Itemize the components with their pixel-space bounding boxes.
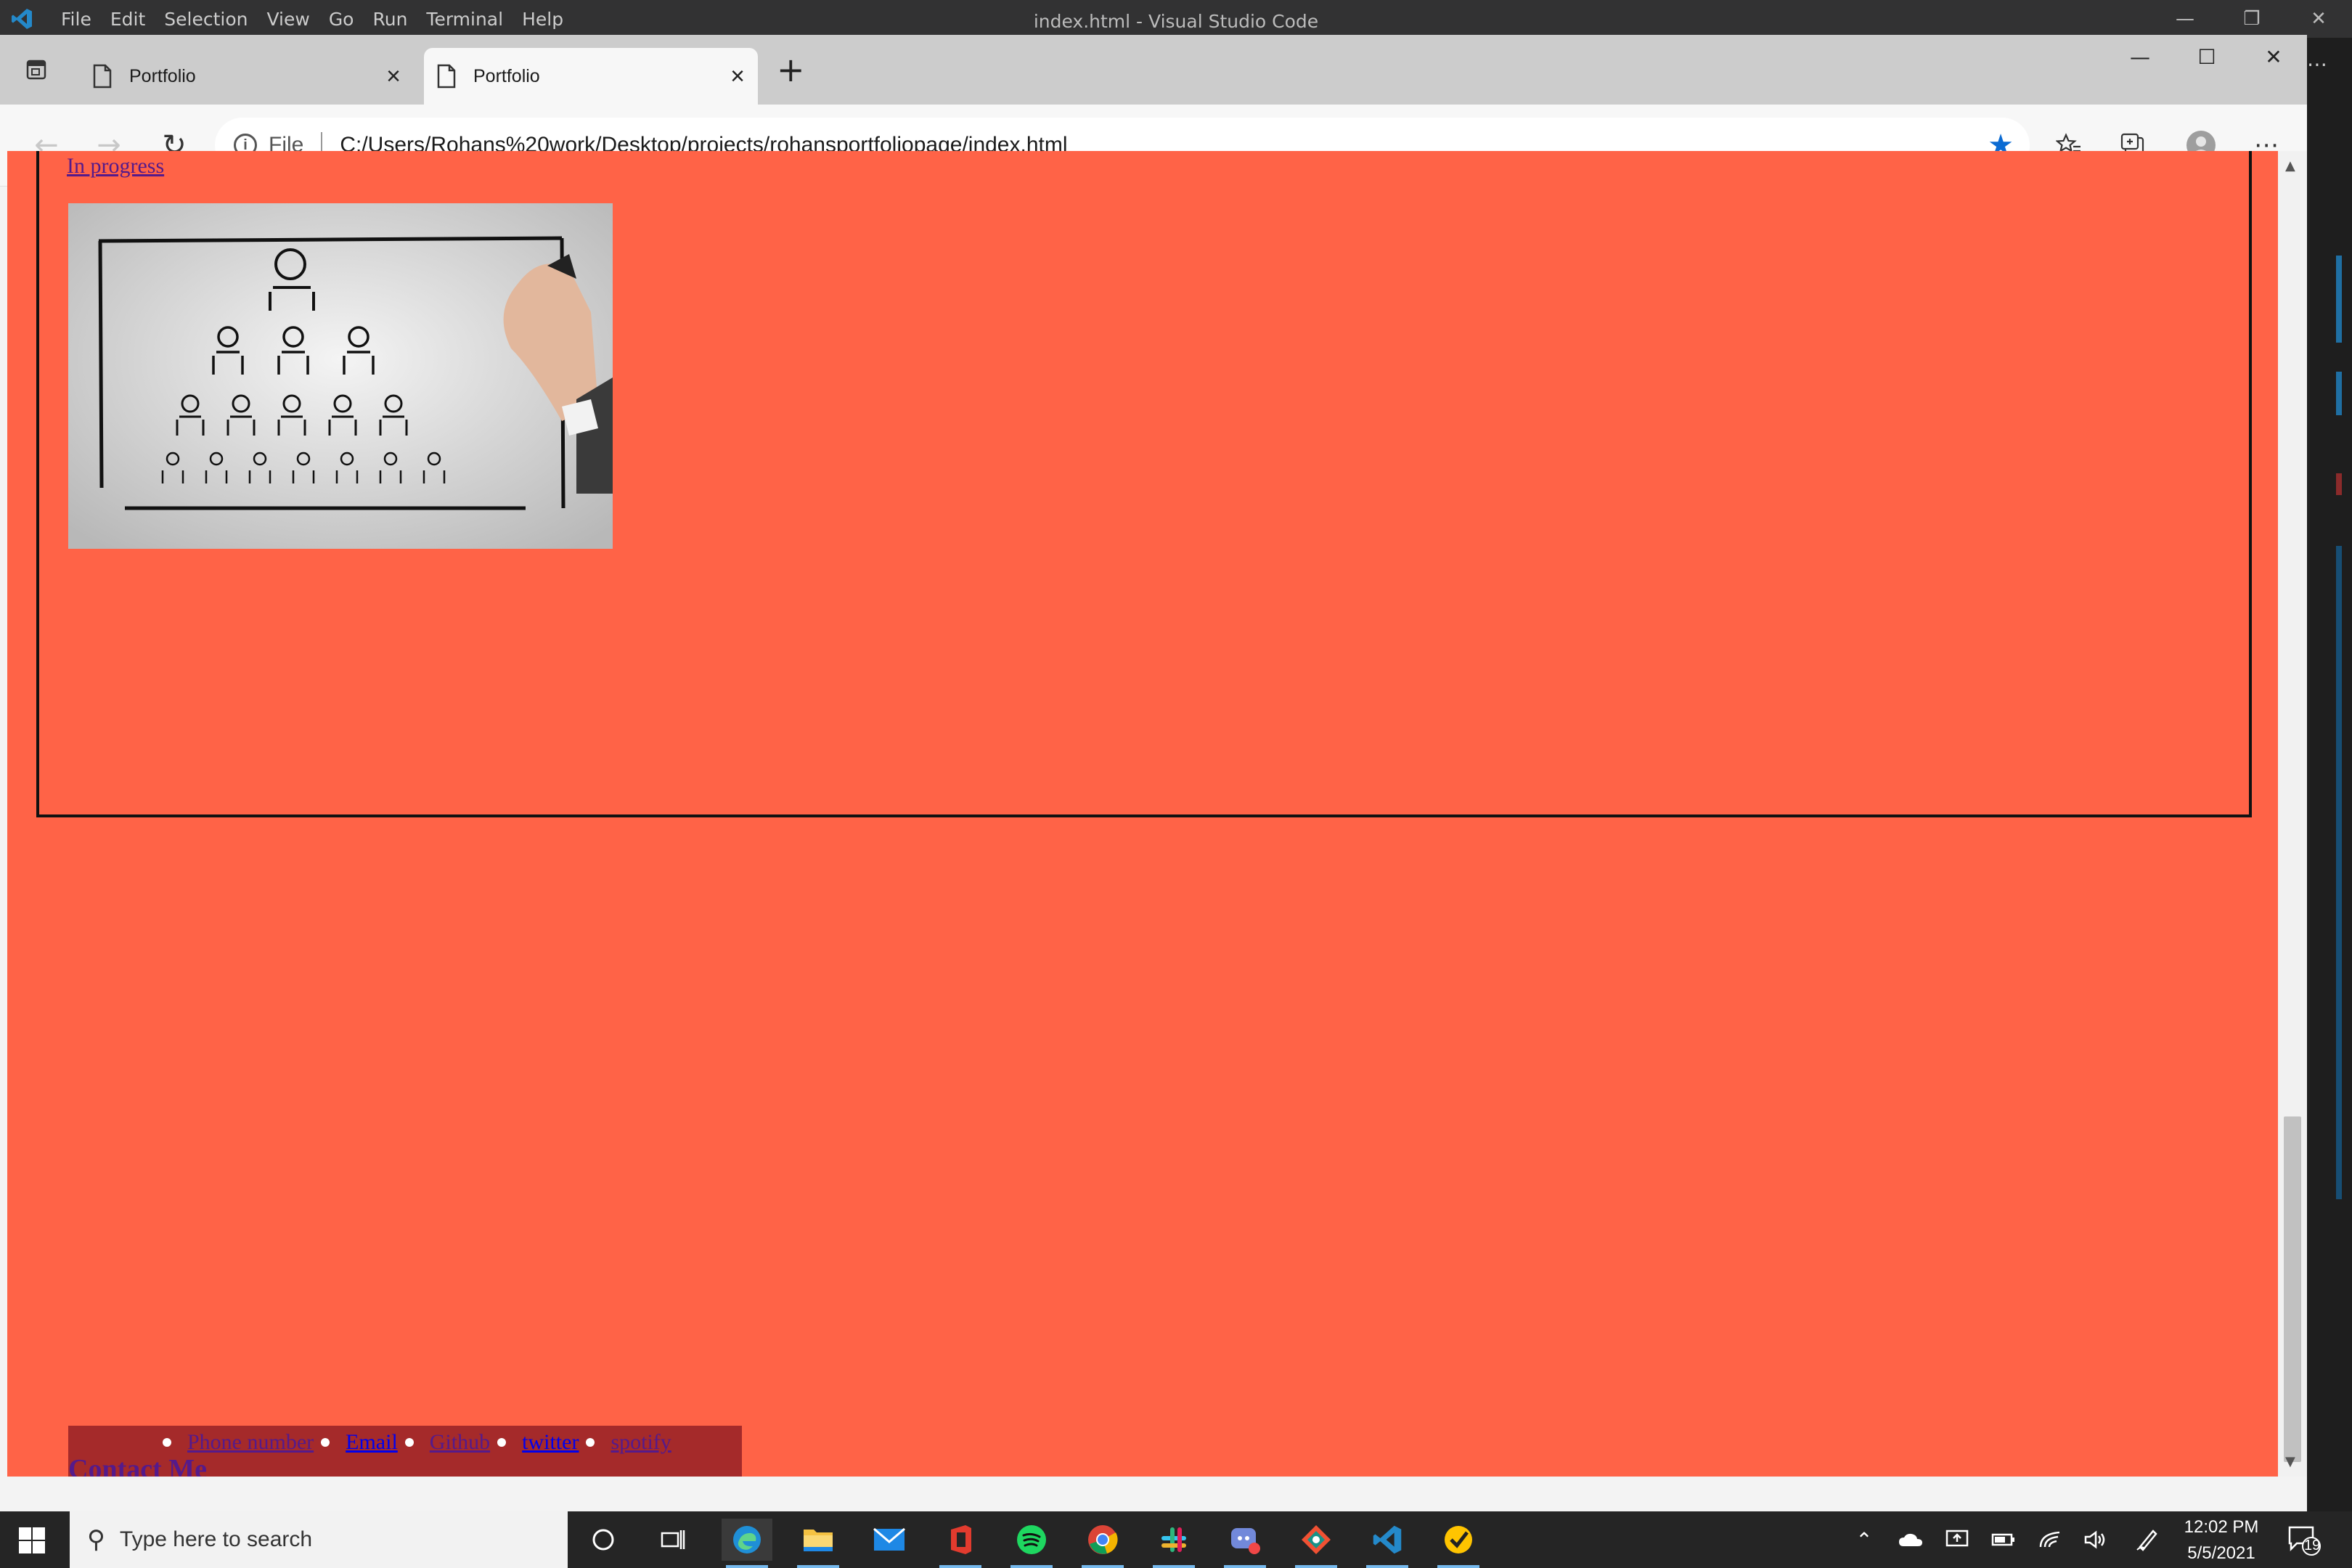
wifi-icon[interactable] bbox=[2033, 1511, 2067, 1568]
footer: Phone number Email Github twitter spotif… bbox=[68, 1426, 742, 1477]
taskbar-search-input[interactable]: ⚲ Type here to search bbox=[70, 1511, 568, 1568]
twitter-link[interactable]: twitter bbox=[522, 1430, 579, 1455]
vscode-logo-icon bbox=[12, 9, 32, 29]
phone-link[interactable]: Phone number bbox=[187, 1430, 314, 1455]
clock-date: 5/5/2021 bbox=[2187, 1543, 2255, 1563]
list-item: Phone number bbox=[155, 1430, 314, 1455]
file-explorer-icon[interactable] bbox=[793, 1519, 844, 1568]
minimize-icon[interactable]: — bbox=[2107, 35, 2173, 78]
display-icon[interactable] bbox=[1940, 1511, 1975, 1568]
tab-strip: Portfolio × Portfolio × + — ☐ ✕ bbox=[0, 35, 2307, 105]
spotify-icon[interactable] bbox=[1006, 1519, 1057, 1568]
notification-center-icon[interactable]: 19 bbox=[2287, 1522, 2323, 1558]
email-link[interactable]: Email bbox=[346, 1430, 398, 1455]
list-item: spotify bbox=[579, 1430, 671, 1455]
contact-me-heading[interactable]: Contact Me bbox=[68, 1453, 207, 1477]
windows-start-icon[interactable] bbox=[16, 1524, 48, 1556]
spotify-link[interactable]: spotify bbox=[611, 1430, 671, 1455]
tab-label: Portfolio bbox=[473, 65, 540, 86]
gitkraken-icon[interactable] bbox=[1291, 1519, 1342, 1568]
taskbar: ⚲ Type here to search ⌃ 12:02 PM 5/5/202… bbox=[0, 1511, 2352, 1568]
vscode-editor-edge: ⋯ bbox=[2307, 38, 2352, 1511]
menu-run[interactable]: Run bbox=[372, 9, 407, 30]
maximize-icon[interactable]: ☐ bbox=[2173, 35, 2240, 78]
new-tab-icon[interactable]: + bbox=[777, 53, 805, 86]
chrome-icon[interactable] bbox=[1077, 1519, 1128, 1568]
edge-icon[interactable] bbox=[722, 1519, 772, 1568]
list-item: Email bbox=[314, 1430, 398, 1455]
scroll-down-icon[interactable]: ▼ bbox=[2285, 1454, 2295, 1469]
menu-edit[interactable]: Edit bbox=[110, 9, 145, 30]
minimap-marker bbox=[2336, 546, 2342, 1199]
page-scrollbar[interactable]: ▲ ▼ bbox=[2278, 151, 2307, 1477]
office-icon[interactable] bbox=[935, 1519, 986, 1568]
system-clock[interactable]: 12:02 PM 5/5/2021 bbox=[2171, 1514, 2272, 1567]
restore-icon[interactable]: ❐ bbox=[2218, 0, 2285, 38]
close-icon[interactable]: ✕ bbox=[2285, 0, 2352, 38]
pen-icon[interactable] bbox=[2130, 1511, 2165, 1568]
volume-icon[interactable] bbox=[2078, 1511, 2112, 1568]
list-item: twitter bbox=[490, 1430, 579, 1455]
menu-terminal[interactable]: Terminal bbox=[426, 9, 503, 30]
vscode-taskbar-icon[interactable] bbox=[1362, 1519, 1413, 1568]
search-icon: ⚲ bbox=[87, 1526, 105, 1553]
org-chart-image bbox=[68, 203, 613, 549]
footer-links: Phone number Email Github twitter spotif… bbox=[155, 1430, 671, 1455]
tab-label: Portfolio bbox=[129, 65, 196, 86]
vscode-titlebar: File Edit Selection View Go Run Terminal… bbox=[0, 0, 2352, 38]
vscode-menubar: File Edit Selection View Go Run Terminal… bbox=[61, 0, 582, 38]
cortana-icon[interactable] bbox=[578, 1519, 629, 1561]
scrollbar-thumb[interactable] bbox=[2284, 1116, 2301, 1462]
page-viewport: In progress Phone number Email Github tw… bbox=[7, 151, 2285, 1477]
discord-icon[interactable] bbox=[1220, 1519, 1270, 1568]
battery-icon[interactable] bbox=[1986, 1511, 2021, 1568]
menu-view[interactable]: View bbox=[266, 9, 309, 30]
github-link[interactable]: Github bbox=[430, 1430, 490, 1455]
tab-portfolio-2[interactable]: Portfolio × bbox=[424, 48, 758, 105]
close-icon[interactable]: ✕ bbox=[2240, 35, 2307, 78]
browser-window-controls: — ☐ ✕ bbox=[2107, 35, 2307, 78]
menu-selection[interactable]: Selection bbox=[164, 9, 248, 30]
vscode-window-controls: — ❐ ✕ bbox=[2152, 0, 2352, 38]
page-icon bbox=[437, 64, 456, 89]
clock-time: 12:02 PM bbox=[2184, 1517, 2259, 1537]
menu-help[interactable]: Help bbox=[522, 9, 563, 30]
bullet-icon bbox=[497, 1438, 507, 1447]
minimap-marker bbox=[2336, 256, 2342, 343]
menu-file[interactable]: File bbox=[61, 9, 91, 30]
mail-icon[interactable] bbox=[864, 1519, 915, 1561]
list-item: Github bbox=[398, 1430, 490, 1455]
tab-actions-icon[interactable] bbox=[20, 54, 52, 86]
task-view-icon[interactable] bbox=[648, 1519, 698, 1561]
close-tab-icon[interactable]: × bbox=[386, 64, 401, 89]
scroll-up-icon[interactable]: ▲ bbox=[2285, 158, 2295, 173]
slack-icon[interactable] bbox=[1148, 1519, 1199, 1568]
notification-count: 19 bbox=[2304, 1538, 2321, 1553]
close-tab-icon[interactable]: × bbox=[730, 64, 745, 89]
tab-portfolio-1[interactable]: Portfolio × bbox=[80, 48, 414, 105]
minimap-marker bbox=[2336, 473, 2342, 495]
bullet-icon bbox=[163, 1438, 171, 1447]
bullet-icon bbox=[321, 1438, 330, 1447]
onedrive-icon[interactable] bbox=[1893, 1511, 1928, 1568]
search-placeholder: Type here to search bbox=[119, 1527, 313, 1551]
minimap-marker bbox=[2336, 372, 2342, 415]
bullet-icon bbox=[404, 1438, 414, 1447]
chevron-up-icon[interactable]: ⌃ bbox=[1850, 1511, 1879, 1568]
minimize-icon[interactable]: — bbox=[2152, 0, 2218, 38]
bullet-icon bbox=[586, 1438, 595, 1447]
page-icon bbox=[93, 64, 112, 89]
project-status-link[interactable]: In progress bbox=[67, 154, 164, 179]
more-icon[interactable]: ⋯ bbox=[2307, 52, 2327, 76]
menu-go[interactable]: Go bbox=[329, 9, 354, 30]
norton-icon[interactable] bbox=[1433, 1519, 1484, 1568]
